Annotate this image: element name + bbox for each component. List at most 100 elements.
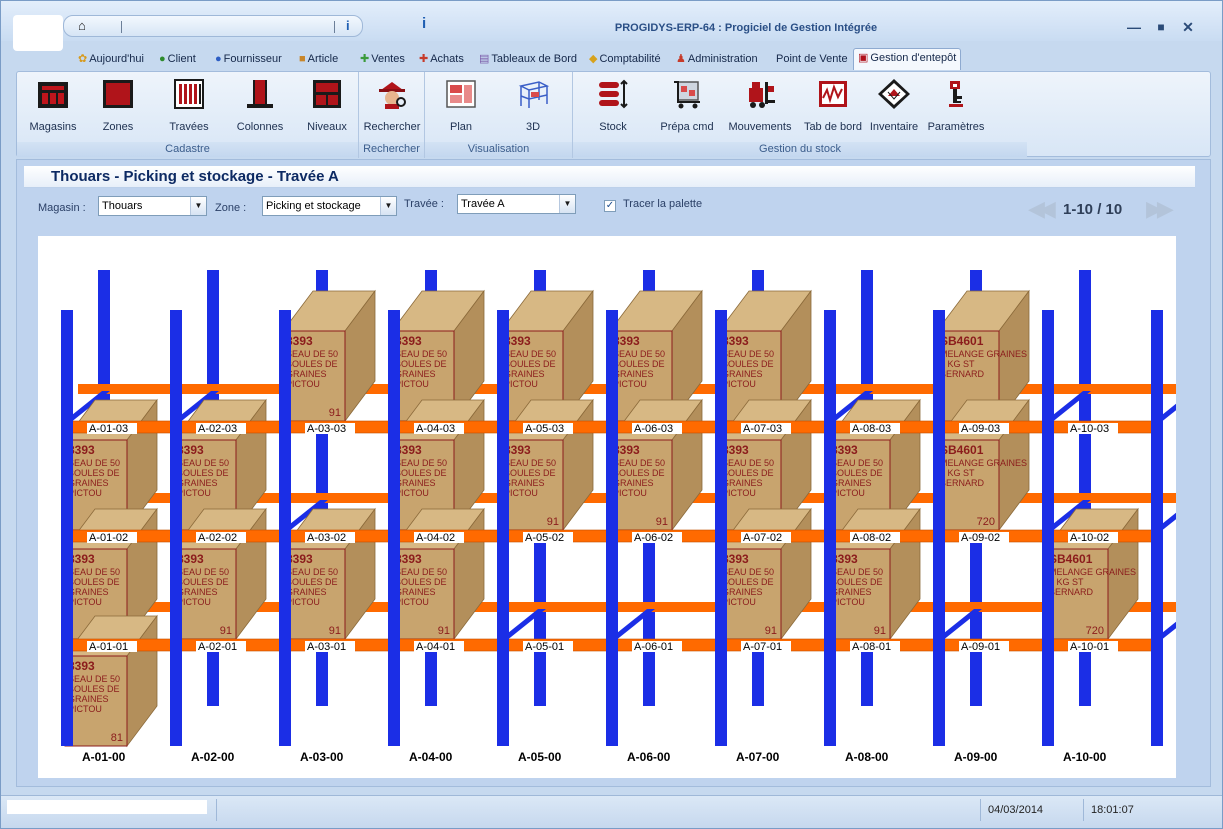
stock-button[interactable]: Stock (585, 76, 641, 140)
pallet-quantity: 91 (547, 516, 559, 528)
maximize-icon[interactable]: ■ (1152, 18, 1170, 36)
close-icon[interactable]: ✕ (1179, 18, 1197, 36)
pallet-description: GRAINES (395, 369, 436, 379)
location-label: A-07-01 (743, 641, 782, 653)
rack-upright-front (61, 310, 73, 746)
pallet-description: 1 KG ST (940, 468, 975, 478)
pallet-description: BOULES DE (831, 468, 883, 478)
pallet-description: GRAINES (177, 478, 218, 488)
ribbon-group-cadastre: Magasins Zones Travées Colonnes Niveaux … (17, 72, 359, 158)
rack-upright-front (279, 310, 291, 746)
chevron-down-icon: ▼ (380, 197, 396, 215)
info-icon[interactable]: i (346, 19, 350, 33)
minimize-icon[interactable]: — (1125, 18, 1143, 36)
qat-separator (334, 21, 335, 33)
pallet-description: PICTOU (286, 597, 320, 607)
prepa-cmd-button[interactable]: Prépa cmd (655, 76, 719, 140)
plan-icon (446, 80, 476, 108)
rack-upright-front (497, 310, 509, 746)
zones-button[interactable]: Zones (89, 76, 147, 140)
floor-location-label: A-06-00 (627, 750, 671, 764)
pallet-description: GRAINES (504, 369, 545, 379)
house-icon[interactable]: ⌂ (78, 19, 86, 33)
trace-palette-checkbox[interactable]: ✓ (604, 200, 616, 212)
rack-upright-front (606, 310, 618, 746)
pallet-description: BOULES DE (613, 468, 665, 478)
travees-button[interactable]: Travées (157, 76, 221, 140)
tab-aujourdhui[interactable]: ✿ Aujourd'hui (78, 50, 144, 69)
location-label: A-07-02 (743, 532, 782, 544)
ribbon: Magasins Zones Travées Colonnes Niveaux … (16, 71, 1211, 158)
quick-access-toolbar: ⌂ i (63, 15, 363, 37)
colonnes-button[interactable]: Colonnes (229, 76, 291, 140)
magasins-button[interactable]: Magasins (23, 76, 83, 140)
levels-icon (313, 80, 341, 108)
parametres-button[interactable]: Paramètres (925, 76, 987, 140)
inventaire-button[interactable]: Inventaire (865, 76, 923, 140)
location-label: A-01-03 (89, 423, 128, 435)
tab-article[interactable]: ■ Article (299, 50, 338, 69)
rechercher-button[interactable]: Rechercher (361, 76, 423, 140)
pallet-description: SEAU DE 50 (504, 458, 556, 468)
plan-button[interactable]: Plan (431, 76, 491, 140)
detective-icon (379, 82, 406, 109)
inventory-icon (878, 79, 910, 109)
column-icon (247, 80, 273, 108)
magasin-select[interactable]: Thouars ▼ (98, 196, 207, 216)
pallet-description: BERNARD (940, 369, 985, 379)
app-menu-button[interactable] (13, 15, 63, 51)
pallet-description: SEAU DE 50 (613, 458, 665, 468)
pallet-description: PICTOU (68, 488, 102, 498)
location-label: A-07-03 (743, 423, 782, 435)
ribbon-group-visualisation: Plan 3D Visualisation (425, 72, 573, 158)
info-icon[interactable]: i (422, 15, 426, 32)
ribbon-tabs: ✿ Aujourd'hui ● Client ● Fournisseur ■ Artic… (1, 48, 1222, 70)
location-label: A-02-03 (198, 423, 237, 435)
location-label: A-04-02 (416, 532, 455, 544)
tab-administration[interactable]: ♟ Administration (676, 50, 758, 69)
pallet-description: SEAU DE 50 (177, 458, 229, 468)
trolley-icon (674, 81, 700, 109)
tab-comptabilite[interactable]: ◆ Comptabilité (589, 50, 661, 69)
location-label: A-10-01 (1070, 641, 1109, 653)
tab-ventes[interactable]: ✚ Ventes (360, 50, 405, 69)
pallet-description: PICTOU (831, 488, 865, 498)
tab-client[interactable]: ● Client (159, 50, 196, 69)
tab-tableaux-de-bord[interactable]: ▤ Tableaux de Bord (479, 50, 577, 69)
pallet-description: BOULES DE (286, 577, 338, 587)
pallet-description: BOULES DE (395, 468, 447, 478)
rack-3d-icon (518, 81, 550, 108)
mouvements-button[interactable]: Mouvements (727, 76, 793, 140)
status-bar: 04/03/2014 18:01:07 (1, 795, 1222, 828)
warehouse-icon: ▣ (858, 52, 869, 64)
3d-button[interactable]: 3D (503, 76, 563, 140)
pallet-description: GRAINES (722, 478, 763, 488)
chevron-down-icon: ▼ (190, 197, 206, 215)
rack-view: 8393 SEAU DE 50 BOULES DE GRAINES PICTOU 91 83… (38, 236, 1176, 778)
bay-icon (174, 79, 204, 109)
pager-range: 1-10 / 10 (1063, 201, 1123, 218)
tab-achats[interactable]: ✚ Achats (419, 50, 464, 69)
rack-drawing: 8393SEAU DE 50BOULES DEGRAINESPICTOU9183… (61, 270, 1176, 764)
location-label: A-01-01 (89, 641, 128, 653)
pallet-description: BOULES DE (504, 359, 556, 369)
pallet-box: 8393SEAU DE 50BOULES DEGRAINESPICTOU91 (282, 507, 376, 641)
pallet-description: GRAINES (504, 478, 545, 488)
previous-page-icon[interactable]: ◀◀ (1028, 196, 1056, 222)
pallet-description: SEAU DE 50 (68, 567, 120, 577)
pallet-description: BOULES DE (722, 359, 774, 369)
pallet-description: SEAU DE 50 (395, 458, 447, 468)
tab-gestion-entrepot[interactable]: ▣ Gestion d'entepôt (853, 48, 962, 70)
pallet-description: SEAU DE 50 (722, 349, 774, 359)
chevron-down-icon: ▼ (559, 195, 575, 213)
location-label: A-02-01 (198, 641, 237, 653)
niveaux-button[interactable]: Niveaux (299, 76, 355, 140)
pallet-description: SEAU DE 50 (613, 349, 665, 359)
travee-select[interactable]: Travée A ▼ (457, 194, 576, 214)
tab-fournisseur[interactable]: ● Fournisseur (215, 50, 282, 69)
next-page-icon[interactable]: ▶▶ (1146, 196, 1174, 222)
tab-de-bord-button[interactable]: Tab de bord (801, 76, 865, 140)
zone-select[interactable]: Picking et stockage ▼ (262, 196, 397, 216)
floor-location-label: A-03-00 (300, 750, 344, 764)
tab-point-de-vente[interactable]: Point de Vente (776, 50, 848, 69)
